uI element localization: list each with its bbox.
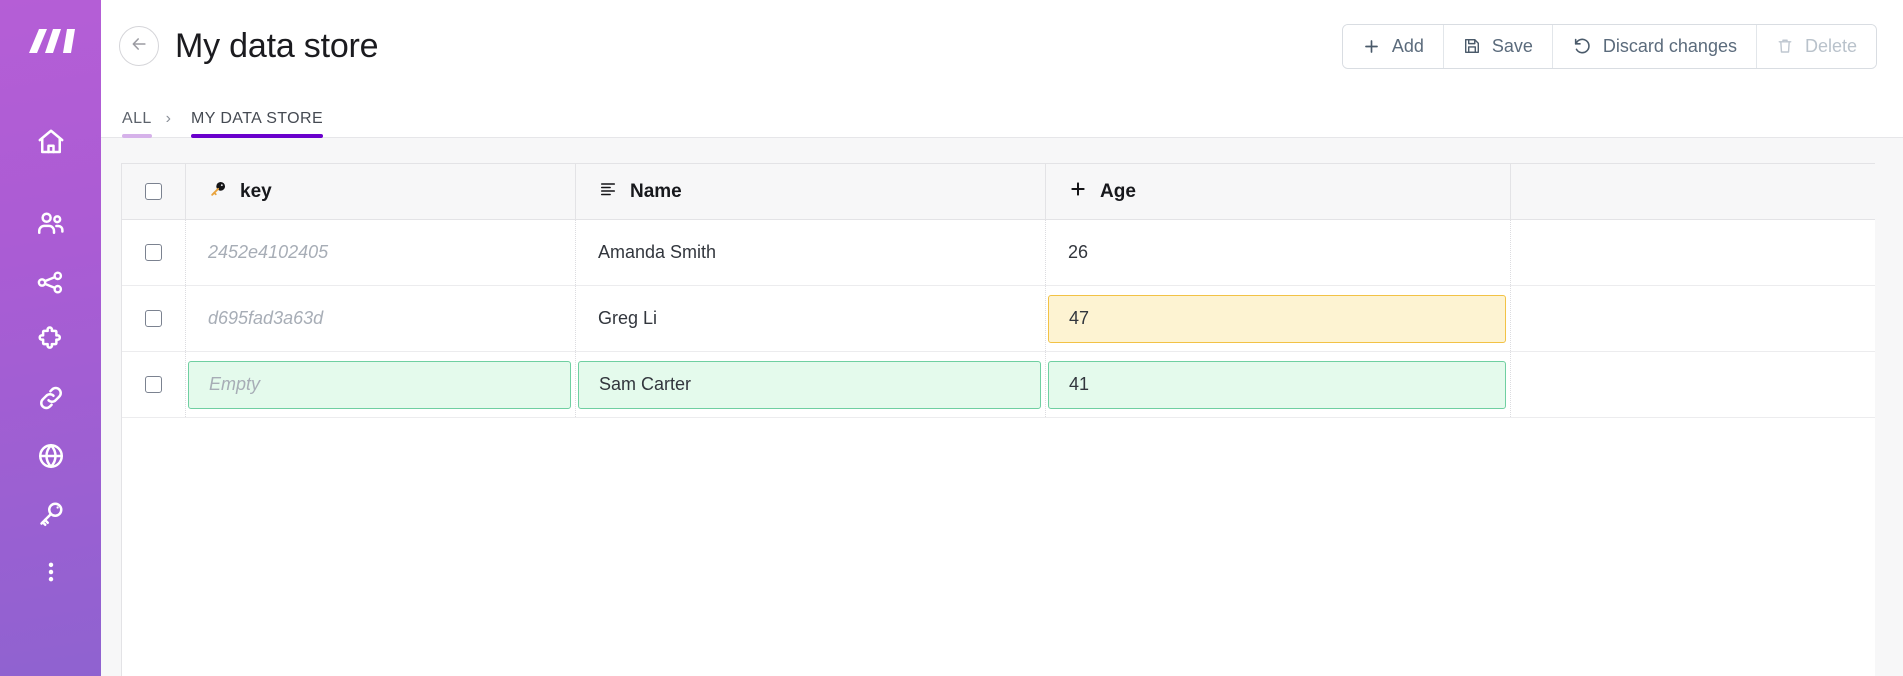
home-icon [36, 127, 66, 157]
cell-age[interactable]: 26 [1046, 220, 1511, 285]
page-header: My data store Add [101, 0, 1903, 92]
save-button-label: Save [1492, 36, 1533, 57]
column-header-age-label: Age [1100, 181, 1136, 203]
cell-name-new-box[interactable]: Sam Carter [578, 361, 1041, 409]
sidebar-item-home[interactable] [25, 116, 77, 168]
breadcrumb-current-underline [191, 134, 323, 138]
delete-button[interactable]: Delete [1756, 25, 1876, 68]
undo-icon [1572, 36, 1592, 56]
row-checkbox[interactable] [145, 244, 162, 261]
save-button[interactable]: Save [1443, 25, 1552, 68]
table-row: 2452e4102405 Amanda Smith 26 [122, 220, 1875, 286]
content-area: key Name [101, 138, 1903, 676]
link-icon [36, 383, 66, 413]
discard-changes-button[interactable]: Discard changes [1552, 25, 1756, 68]
column-header-filler [1511, 164, 1875, 219]
sidebar-item-apps[interactable] [25, 314, 77, 366]
cell-age-value: 26 [1068, 242, 1088, 263]
row-select-cell [122, 220, 186, 285]
data-grid: key Name [121, 163, 1875, 676]
cell-name[interactable]: Greg Li [576, 286, 1046, 351]
breadcrumb: ALL › MY DATA STORE [101, 92, 1903, 138]
plus-icon [1362, 37, 1381, 56]
toolbar: Add Save [1342, 24, 1877, 69]
breadcrumb-separator: › [152, 110, 171, 137]
cell-name[interactable]: Amanda Smith [576, 220, 1046, 285]
add-button[interactable]: Add [1343, 25, 1443, 68]
save-icon [1463, 37, 1481, 55]
plus-icon [1068, 179, 1088, 205]
content-gutter [101, 163, 121, 676]
cell-age-value: 41 [1069, 374, 1089, 395]
cell-name-new[interactable]: Sam Carter [576, 352, 1046, 417]
sidebar-item-team[interactable] [25, 198, 77, 250]
breadcrumb-item-current[interactable]: MY DATA STORE [191, 110, 323, 137]
select-all-cell [122, 164, 186, 219]
cell-key-new[interactable]: Empty [186, 352, 576, 417]
cell-name-value: Greg Li [598, 308, 657, 329]
users-icon [36, 209, 66, 239]
select-all-checkbox[interactable] [145, 183, 162, 200]
breadcrumb-item-all[interactable]: ALL [122, 110, 152, 137]
text-lines-icon [598, 179, 618, 205]
cell-name-value: Amanda Smith [598, 242, 716, 263]
back-button[interactable] [119, 26, 159, 66]
cell-filler [1511, 286, 1875, 351]
cell-age-modified[interactable]: 47 [1046, 286, 1511, 351]
table-row: Empty Sam Carter [122, 352, 1875, 418]
cell-age-new[interactable]: 41 [1046, 352, 1511, 417]
cell-key[interactable]: d695fad3a63d [186, 286, 576, 351]
cell-filler [1511, 352, 1875, 417]
sidebar-item-keys-global[interactable] [25, 430, 77, 482]
column-header-name[interactable]: Name [576, 164, 1046, 219]
sidebar-item-connections[interactable] [25, 256, 77, 308]
more-vertical-icon [38, 559, 64, 585]
share-nodes-icon [36, 268, 65, 297]
cell-key-new-box[interactable]: Empty [188, 361, 571, 409]
column-header-name-label: Name [630, 181, 682, 203]
breadcrumb-all-label: ALL [122, 110, 152, 127]
row-select-cell [122, 286, 186, 351]
make-logo[interactable] [20, 18, 82, 64]
table-header-row: key Name [122, 164, 1875, 220]
row-checkbox[interactable] [145, 376, 162, 393]
key-icon [36, 499, 66, 529]
row-select-cell [122, 352, 186, 417]
globe-icon [36, 441, 66, 471]
page-title: My data store [175, 29, 378, 63]
cell-key[interactable]: 2452e4102405 [186, 220, 576, 285]
puzzle-icon [36, 325, 66, 355]
cell-key-placeholder: Empty [209, 374, 260, 395]
cell-name-value: Sam Carter [599, 374, 691, 395]
key-icon [208, 179, 228, 205]
column-header-age[interactable]: Age [1046, 164, 1511, 219]
row-checkbox[interactable] [145, 310, 162, 327]
breadcrumb-all-underline [122, 134, 152, 138]
delete-button-label: Delete [1805, 36, 1857, 57]
column-header-key-label: key [240, 181, 272, 203]
arrow-left-icon [129, 34, 149, 59]
add-button-label: Add [1392, 36, 1424, 57]
cell-age-modified-box[interactable]: 47 [1048, 295, 1506, 343]
cell-filler [1511, 220, 1875, 285]
main-content: My data store Add [101, 0, 1903, 676]
sidebar [0, 0, 101, 676]
sidebar-item-more[interactable] [25, 546, 77, 598]
cell-key-value: d695fad3a63d [208, 308, 323, 329]
discard-changes-button-label: Discard changes [1603, 36, 1737, 57]
sidebar-item-keys[interactable] [25, 488, 77, 540]
cell-age-new-box[interactable]: 41 [1048, 361, 1506, 409]
app-root: My data store Add [0, 0, 1903, 676]
table-row: d695fad3a63d Greg Li 47 [122, 286, 1875, 352]
column-header-key[interactable]: key [186, 164, 576, 219]
sidebar-item-webhooks[interactable] [25, 372, 77, 424]
trash-icon [1776, 37, 1794, 55]
cell-age-value: 47 [1069, 308, 1089, 329]
cell-key-value: 2452e4102405 [208, 242, 328, 263]
breadcrumb-current-label: MY DATA STORE [191, 110, 323, 127]
